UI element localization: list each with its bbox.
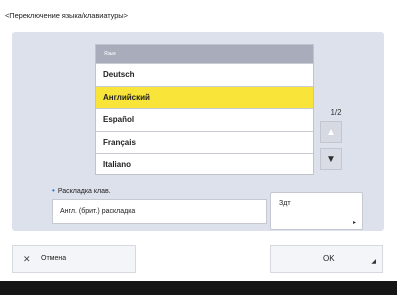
page-indicator: 1/2: [330, 108, 342, 117]
bullet-icon: •: [52, 186, 55, 195]
keyboard-change-button[interactable]: Здт ▸: [270, 192, 363, 230]
arrow-down-icon: ▼: [326, 153, 336, 165]
dialog-title: <Переключение языка/клавиатуры>: [5, 11, 128, 20]
scroll-up-button[interactable]: ▲: [320, 121, 342, 143]
arrow-up-icon: ▲: [326, 126, 336, 138]
language-item-english[interactable]: Английский: [96, 85, 313, 109]
ok-button-label: OK: [323, 254, 335, 263]
language-item-italiano[interactable]: Italiano: [96, 153, 313, 176]
keyboard-change-button-label: Здт: [279, 200, 291, 207]
cancel-button-label: Отмена: [41, 255, 67, 262]
status-bar: [0, 281, 397, 295]
corner-arrow-icon: ▸: [352, 220, 356, 226]
scroll-down-button[interactable]: ▼: [320, 148, 342, 170]
keyboard-layout-field: Англ. (брит.) раскладка: [52, 199, 267, 224]
ok-button[interactable]: OK ◢: [270, 245, 383, 273]
keyboard-layout-label: • Раскладка клав.: [52, 186, 111, 195]
close-icon: ✕: [23, 254, 31, 264]
language-item-francais[interactable]: Français: [96, 130, 313, 154]
keyboard-layout-label-text: Раскладка клав.: [57, 188, 111, 195]
corner-arrow-icon: ◢: [371, 259, 376, 265]
language-list: Язык Deutsch Английский Español Français…: [95, 44, 314, 175]
language-list-header: Язык: [96, 45, 313, 63]
cancel-button[interactable]: ✕ Отмена: [12, 245, 136, 273]
language-item-espanol[interactable]: Español: [96, 108, 313, 131]
language-item-deutsch[interactable]: Deutsch: [96, 63, 313, 86]
